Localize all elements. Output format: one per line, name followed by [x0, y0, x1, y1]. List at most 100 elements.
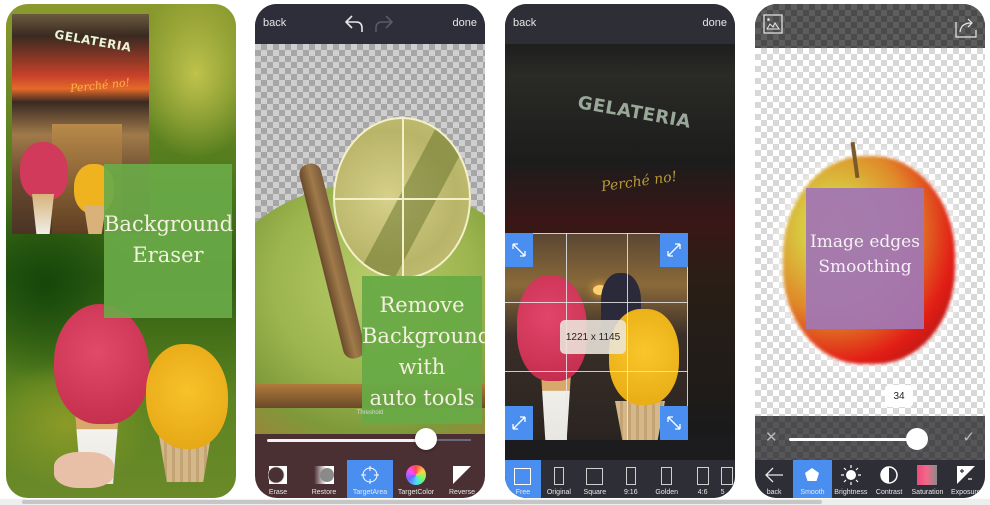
caption-line: Eraser — [132, 243, 204, 267]
contrast-icon — [880, 466, 898, 484]
tool-label: back — [766, 489, 782, 496]
crop-handle-bottom-right[interactable] — [660, 406, 688, 440]
restore-icon — [314, 466, 334, 484]
screenshot-crop: back done GELATERIA Perché no! 1221 x 11… — [505, 4, 735, 498]
slider-track — [436, 439, 471, 441]
share-icon[interactable] — [955, 14, 977, 38]
crop-size-readout: 1221 x 1145 — [560, 320, 626, 354]
resize-diagonal-icon — [512, 243, 526, 257]
cutout-red-gelato — [54, 304, 149, 424]
ratio-label: 4:6 — [697, 489, 708, 496]
top-bar — [755, 4, 985, 48]
red-gelato — [20, 142, 68, 200]
arrow-left-icon — [765, 467, 784, 483]
scrollbar-thumb[interactable] — [22, 500, 822, 504]
photo-neon-text: Perché no! — [69, 75, 131, 96]
tool-label: Exposure — [951, 489, 981, 496]
cutout-yellow-gelato — [146, 344, 228, 449]
caption-line: Remove — [379, 293, 465, 317]
top-bar: back done — [505, 4, 735, 44]
ratio-original-icon — [553, 467, 564, 485]
tool-label: Contrast — [875, 489, 903, 496]
tool-exposure[interactable]: Exposure — [947, 460, 985, 498]
reverse-icon — [453, 466, 471, 484]
crop-handle-bottom-left[interactable] — [505, 406, 533, 440]
cone — [615, 401, 665, 440]
tool-smooth[interactable]: Smooth — [793, 460, 832, 498]
ratio-4-6[interactable]: 4:6 — [685, 460, 721, 498]
ratio-more[interactable]: 5 — [720, 460, 735, 498]
slider-knob[interactable] — [906, 428, 928, 450]
tool-target-area[interactable]: TargetArea — [347, 460, 393, 498]
tool-erase[interactable]: Erase — [255, 460, 301, 498]
photo-neon-text: Perché no! — [600, 168, 679, 196]
ratio-label: 9:16 — [623, 489, 638, 496]
ratio-free[interactable]: Free — [505, 460, 541, 498]
ratio-9-16[interactable]: 9:16 — [613, 460, 649, 498]
ratio-4-6-icon — [696, 467, 709, 485]
done-button[interactable]: done — [703, 17, 727, 29]
brightness-icon — [840, 465, 861, 485]
tool-contrast[interactable]: Contrast — [870, 460, 908, 498]
resize-diagonal-icon — [512, 416, 526, 430]
feature-caption: Remove Background with auto tools — [362, 290, 485, 414]
slider-knob[interactable] — [415, 428, 438, 450]
tool-target-color[interactable]: TargetColor — [393, 460, 439, 498]
crosshair-line — [402, 119, 404, 277]
tool-restore[interactable]: Restore — [301, 460, 347, 498]
slider-bar: ✕ ✓ — [755, 416, 985, 460]
photo-sign-text: GELATERIA — [53, 27, 133, 55]
saturation-icon — [917, 465, 938, 485]
ratio-square[interactable]: Square — [577, 460, 613, 498]
ratio-label: Free — [515, 489, 531, 496]
crop-grid-line — [627, 233, 628, 440]
redo-icon[interactable] — [373, 12, 395, 34]
ratio-golden[interactable]: Golden — [649, 460, 685, 498]
crop-handle-top-left[interactable] — [505, 233, 533, 267]
ratio-label: 5 — [720, 489, 725, 496]
tool-label: TargetColor — [397, 489, 435, 496]
caption-line: Smoothing — [818, 257, 912, 277]
feature-caption: Image edges Smoothing — [806, 230, 924, 280]
threshold-slider[interactable] — [267, 428, 471, 452]
back-button[interactable]: back — [263, 17, 286, 29]
caption-line: Background — [104, 212, 234, 236]
crop-grid-line — [505, 371, 688, 372]
ratio-golden-icon — [661, 467, 673, 485]
feature-caption-card: Remove Background with auto tools — [362, 276, 485, 424]
crosshair-icon — [361, 466, 379, 484]
ratio-original[interactable]: Original — [541, 460, 577, 498]
tool-label: Restore — [311, 489, 337, 496]
screenshot-auto-tools: back done Remove Background with auto to… — [255, 4, 485, 498]
gallery-icon[interactable] — [763, 14, 783, 34]
caption-line: with — [398, 355, 446, 379]
tool-bar: Erase Restore TargetArea TargetColor Rev… — [255, 460, 485, 498]
top-bar: back done — [255, 4, 485, 44]
tool-label: Reverse — [448, 489, 476, 496]
magnifier-loupe — [333, 117, 471, 279]
caption-line: Background — [362, 324, 485, 348]
feature-caption-card: Image edges Smoothing — [806, 188, 924, 329]
caption-line: Image edges — [810, 232, 920, 252]
done-button[interactable]: done — [453, 17, 477, 29]
tool-back[interactable]: back — [755, 460, 793, 498]
exposure-icon — [956, 466, 975, 484]
screenshot-smoothing: Image edges Smoothing 34 ✕ ✓ back Smooth… — [755, 4, 985, 498]
tool-saturation[interactable]: Saturation — [908, 460, 946, 498]
smooth-icon — [805, 468, 820, 481]
close-icon[interactable]: ✕ — [765, 428, 778, 446]
tool-brightness[interactable]: Brightness — [832, 460, 870, 498]
adjust-tool-bar: back Smooth Brightness Contrast Saturati… — [755, 460, 985, 498]
threshold-label: Threshold — [356, 410, 384, 416]
crop-handle-top-right[interactable] — [660, 233, 688, 267]
tool-reverse[interactable]: Reverse — [439, 460, 485, 498]
undo-icon[interactable] — [343, 12, 365, 34]
back-button[interactable]: back — [513, 17, 536, 29]
smooth-slider[interactable] — [789, 438, 917, 441]
tool-label: Erase — [268, 489, 288, 496]
feature-caption: Background Eraser — [104, 209, 234, 271]
horizontal-scrollbar[interactable] — [0, 499, 990, 505]
resize-diagonal-icon — [667, 416, 681, 430]
ratio-more-icon — [720, 467, 733, 485]
check-icon[interactable]: ✓ — [962, 428, 975, 446]
